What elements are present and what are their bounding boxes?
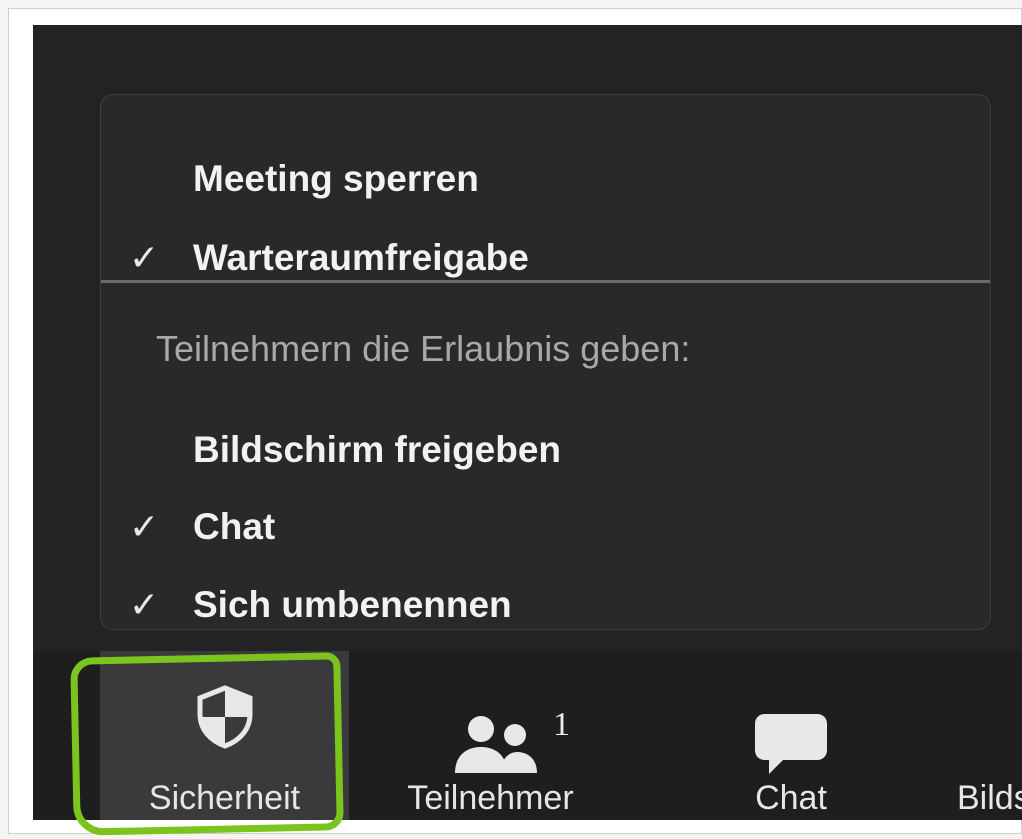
chat-button-label: Chat xyxy=(755,779,827,817)
chat-button[interactable]: Chat xyxy=(683,651,899,820)
permissions-section-label: Teilnehmern die Erlaubnis geben: xyxy=(156,328,691,369)
menu-item-label: Warteraumfreigabe xyxy=(193,237,529,278)
menu-item-lock-meeting[interactable]: Meeting sperren xyxy=(101,149,990,209)
chat-bubble-icon xyxy=(755,714,827,774)
share-screen-button-label: Bildschirm freigeben xyxy=(957,779,1022,817)
check-icon: ✓ xyxy=(129,237,160,278)
participants-icon xyxy=(455,716,537,773)
participant-count-badge: 1 xyxy=(553,706,570,743)
menu-divider xyxy=(101,280,990,283)
menu-item-label: Sich umbenennen xyxy=(193,584,512,625)
menu-item-enable-waiting-room[interactable]: ✓ Warteraumfreigabe xyxy=(101,228,990,288)
annotation-highlight xyxy=(70,652,344,836)
menu-item-label: Bildschirm freigeben xyxy=(193,429,562,470)
participants-button[interactable]: 1 Teilnehmer xyxy=(363,651,618,820)
menu-item-label: Chat xyxy=(193,506,276,547)
menu-item-chat[interactable]: ✓ Chat xyxy=(101,497,990,557)
participants-button-label: Teilnehmer xyxy=(407,779,574,817)
share-screen-button[interactable]: Bildschirm freigeben xyxy=(925,651,1022,820)
security-menu: Meeting sperren ✓ Warteraumfreigabe Teil… xyxy=(100,94,991,630)
check-icon: ✓ xyxy=(129,584,160,625)
check-icon: ✓ xyxy=(129,506,160,547)
menu-item-share-screen[interactable]: Bildschirm freigeben xyxy=(101,420,990,480)
menu-item-label: Meeting sperren xyxy=(193,158,479,199)
menu-item-rename-self[interactable]: ✓ Sich umbenennen xyxy=(101,575,990,635)
